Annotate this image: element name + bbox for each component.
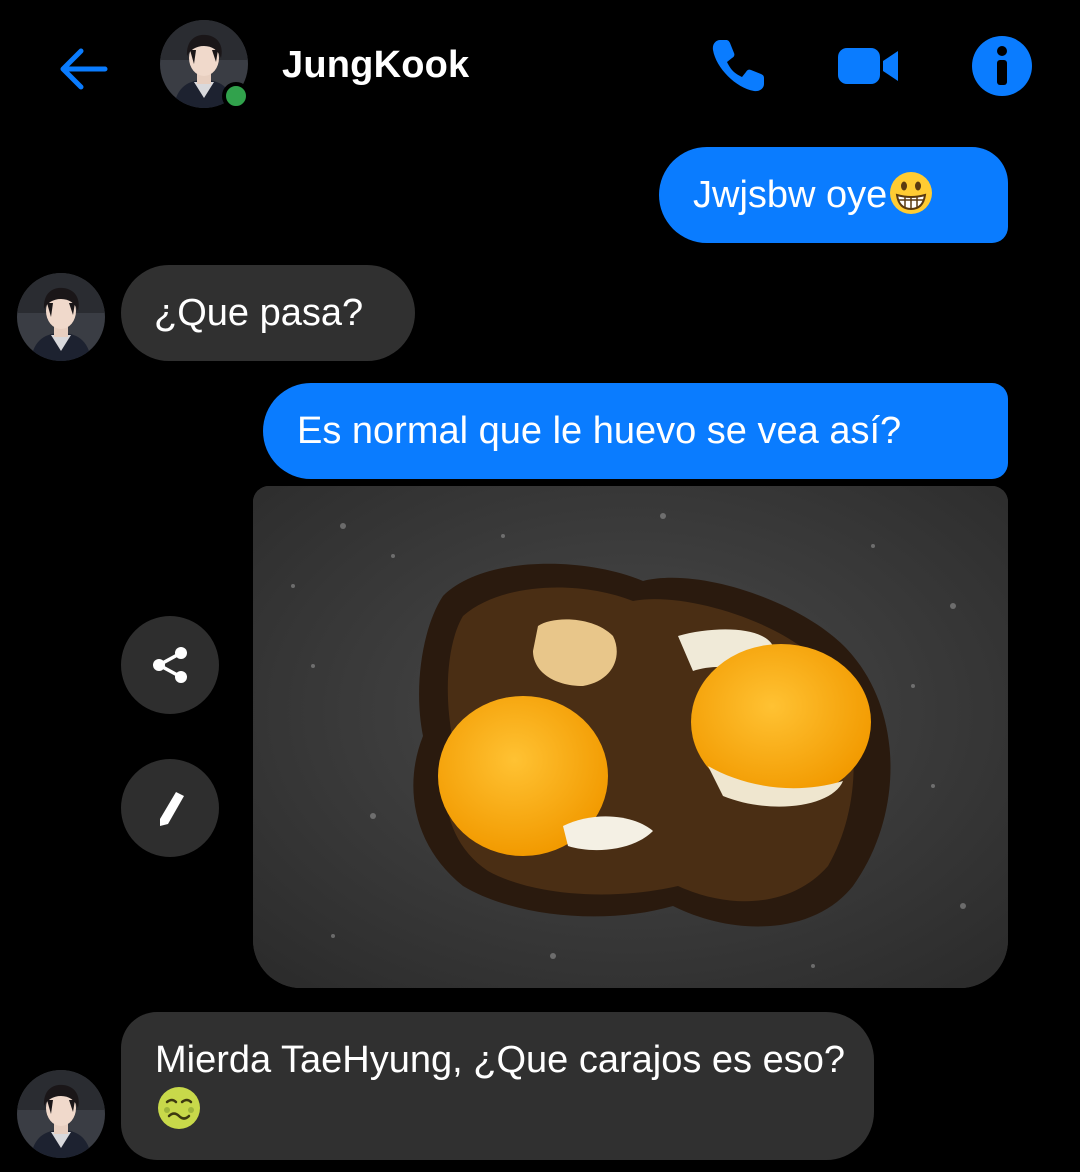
contact-name[interactable]: JungKook [282,44,469,87]
online-status-dot [222,82,250,110]
edit-button[interactable] [121,759,219,857]
message-photo[interactable] [253,486,1008,988]
message-text: Es normal que le huevo se vea así? [297,410,902,452]
incoming-message-bubble[interactable]: ¿Que pasa? [121,265,415,361]
sender-avatar[interactable] [17,1070,105,1158]
message-text: Mierda TaeHyung, ¿Que carajos es eso? [155,1039,845,1081]
chat-header: JungKook [0,0,1080,136]
video-camera-icon[interactable] [836,34,900,98]
sender-avatar[interactable] [17,273,105,361]
incoming-message-bubble[interactable]: Mierda TaeHyung, ¿Que carajos es eso? [121,1012,874,1160]
back-arrow-icon[interactable] [52,38,114,100]
outgoing-message-bubble[interactable]: Jwjsbw oye [659,147,1008,243]
outgoing-message-bubble[interactable]: Es normal que le huevo se vea así? [263,383,1008,479]
nauseated-face-icon [157,1086,201,1130]
info-icon[interactable] [970,34,1034,98]
share-icon [153,647,187,683]
phone-icon[interactable] [706,34,770,98]
share-button[interactable] [121,616,219,714]
edit-pencil-icon [160,792,184,826]
message-text: Jwjsbw oye [693,174,888,216]
message-text: ¿Que pasa? [154,292,364,334]
grinning-face-with-big-eyes-icon [889,171,933,215]
